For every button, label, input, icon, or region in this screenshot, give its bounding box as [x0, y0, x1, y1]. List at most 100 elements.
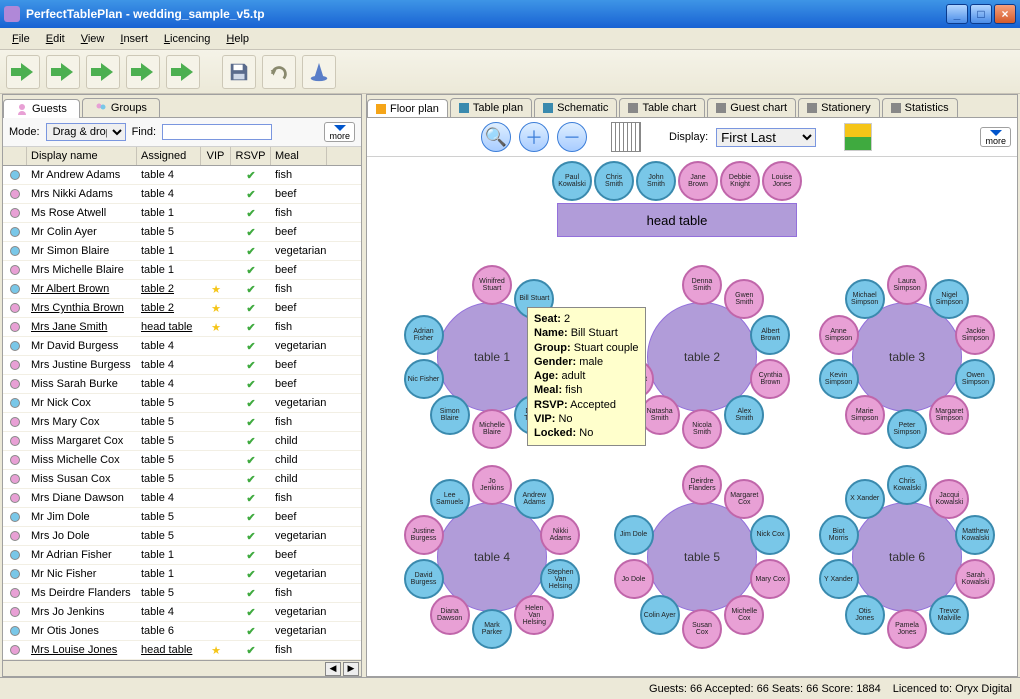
- table-seat[interactable]: Trevor Malville: [929, 595, 969, 635]
- table-row[interactable]: Mr Jim Doletable 5✔beef: [3, 508, 361, 527]
- table-seat[interactable]: Chris Kowalski: [887, 465, 927, 505]
- table-seat[interactable]: Justine Burgess: [404, 515, 444, 555]
- wizard-button-5[interactable]: [166, 55, 200, 89]
- table-row[interactable]: Miss Sarah Burketable 4✔beef: [3, 375, 361, 394]
- tab-table-plan[interactable]: Table plan: [450, 98, 532, 117]
- table-seat[interactable]: Gwen Smith: [724, 279, 764, 319]
- table-row[interactable]: Mrs Jo Jenkinstable 4✔vegetarian: [3, 603, 361, 622]
- table-seat[interactable]: Marie Simpson: [845, 395, 885, 435]
- table-seat[interactable]: Nick Cox: [750, 515, 790, 555]
- scroll-left-button[interactable]: ◀: [325, 662, 341, 676]
- maximize-button[interactable]: □: [970, 4, 992, 24]
- menu-file[interactable]: File: [4, 31, 38, 47]
- menu-help[interactable]: Help: [218, 31, 257, 47]
- table-seat[interactable]: Nic Fisher: [404, 359, 444, 399]
- table-seat[interactable]: Cynthia Brown: [750, 359, 790, 399]
- tab-stationery[interactable]: Stationery: [798, 98, 880, 117]
- tab-statistics[interactable]: Statistics: [882, 98, 958, 117]
- table-row[interactable]: Mr Albert Browntable 2★✔fish: [3, 280, 361, 299]
- tab-groups[interactable]: Groups: [82, 98, 160, 117]
- table-seat[interactable]: Helen Van Helsing: [514, 595, 554, 635]
- wizard-button-1[interactable]: [6, 55, 40, 89]
- menu-edit[interactable]: Edit: [38, 31, 73, 47]
- table-seat[interactable]: Jackie Simpson: [955, 315, 995, 355]
- table-seat[interactable]: Lee Samuels: [430, 479, 470, 519]
- table-seat[interactable]: Nigel Simpson: [929, 279, 969, 319]
- format-button[interactable]: [844, 123, 872, 151]
- table-row[interactable]: Mrs Cynthia Browntable 2★✔beef: [3, 299, 361, 318]
- ruler-icon[interactable]: [611, 122, 641, 152]
- wizard-hat-button[interactable]: [302, 55, 336, 89]
- table-row[interactable]: Miss Susan Coxtable 5✔child: [3, 470, 361, 489]
- table-row[interactable]: Mrs Jane Smithhead table★✔fish: [3, 318, 361, 337]
- table-row[interactable]: Mr Nic Fishertable 1✔vegetarian: [3, 565, 361, 584]
- redo-button[interactable]: [262, 55, 296, 89]
- head-seat[interactable]: Jane Brown: [678, 161, 718, 201]
- tab-floor-plan[interactable]: Floor plan: [367, 99, 448, 118]
- table-seat[interactable]: Nikki Adams: [540, 515, 580, 555]
- table-seat[interactable]: Sarah Kowalski: [955, 559, 995, 599]
- table-seat[interactable]: Winifred Stuart: [472, 265, 512, 305]
- display-select[interactable]: First Last: [716, 128, 816, 147]
- table-row[interactable]: Miss Michelle Coxtable 5✔child: [3, 451, 361, 470]
- table-seat[interactable]: David Burgess: [404, 559, 444, 599]
- find-input[interactable]: [162, 124, 272, 140]
- table-seat[interactable]: Mark Parker: [472, 609, 512, 649]
- table-seat[interactable]: Jim Dole: [614, 515, 654, 555]
- table-seat[interactable]: Michelle Cox: [724, 595, 764, 635]
- table-seat[interactable]: Albert Brown: [750, 315, 790, 355]
- table-row[interactable]: Mr Adrian Fishertable 1✔beef: [3, 546, 361, 565]
- table-row[interactable]: Mr Otis Jonestable 6✔vegetarian: [3, 622, 361, 641]
- table-row[interactable]: Mrs Louise Joneshead table★✔fish: [3, 641, 361, 660]
- table-seat[interactable]: Jo Dole: [614, 559, 654, 599]
- zoom-fit-button[interactable]: 🔍: [481, 122, 511, 152]
- table-seat[interactable]: Y Xander: [819, 559, 859, 599]
- table-seat[interactable]: Nicola Smith: [682, 409, 722, 449]
- wizard-button-2[interactable]: [46, 55, 80, 89]
- table-seat[interactable]: Margaret Cox: [724, 479, 764, 519]
- table-seat[interactable]: Biot Morris: [819, 515, 859, 555]
- table-seat[interactable]: Simon Blaire: [430, 395, 470, 435]
- head-seat[interactable]: Chris Smith: [594, 161, 634, 201]
- table-row[interactable]: Mr Nick Coxtable 5✔vegetarian: [3, 394, 361, 413]
- table-seat[interactable]: Susan Cox: [682, 609, 722, 649]
- table-seat[interactable]: Peter Simpson: [887, 409, 927, 449]
- table-seat[interactable]: Otis Jones: [845, 595, 885, 635]
- table-seat[interactable]: Jacqui Kowalski: [929, 479, 969, 519]
- tab-guests[interactable]: Guests: [3, 99, 80, 118]
- close-button[interactable]: ×: [994, 4, 1016, 24]
- minimize-button[interactable]: _: [946, 4, 968, 24]
- table-seat[interactable]: Adrian Fisher: [404, 315, 444, 355]
- table-seat[interactable]: Michael Simpson: [845, 279, 885, 319]
- more-button[interactable]: more: [324, 122, 355, 142]
- table-seat[interactable]: Matthew Kowalski: [955, 515, 995, 555]
- table-seat[interactable]: Kevin Simpson: [819, 359, 859, 399]
- table-seat[interactable]: Laura Simpson: [887, 265, 927, 305]
- table-seat[interactable]: Pamela Jones: [887, 609, 927, 649]
- table-row[interactable]: Mrs Diane Dawsontable 4✔fish: [3, 489, 361, 508]
- guest-list[interactable]: Mr Andrew Adamstable 4✔fishMrs Nikki Ada…: [3, 166, 361, 660]
- scroll-right-button[interactable]: ▶: [343, 662, 359, 676]
- mode-select[interactable]: Drag & drop: [46, 123, 126, 141]
- more-button-right[interactable]: more: [980, 127, 1011, 147]
- table-row[interactable]: Mrs Michelle Blairetable 1✔beef: [3, 261, 361, 280]
- menu-insert[interactable]: Insert: [112, 31, 156, 47]
- table-seat[interactable]: Stephen Van Helsing: [540, 559, 580, 599]
- wizard-button-3[interactable]: [86, 55, 120, 89]
- table-row[interactable]: Mrs Mary Coxtable 5✔fish: [3, 413, 361, 432]
- table-row[interactable]: Mr David Burgesstable 4✔vegetarian: [3, 337, 361, 356]
- table-row[interactable]: Mrs Nikki Adamstable 4✔beef: [3, 185, 361, 204]
- table-seat[interactable]: Mary Cox: [750, 559, 790, 599]
- wizard-button-4[interactable]: [126, 55, 160, 89]
- menu-licencing[interactable]: Licencing: [156, 31, 218, 47]
- table-seat[interactable]: Margaret Simpson: [929, 395, 969, 435]
- table-row[interactable]: Mr Simon Blairetable 1✔vegetarian: [3, 242, 361, 261]
- head-seat[interactable]: Louise Jones: [762, 161, 802, 201]
- table-row[interactable]: Miss Margaret Coxtable 5✔child: [3, 432, 361, 451]
- table-row[interactable]: Ms Rose Atwelltable 1✔fish: [3, 204, 361, 223]
- zoom-out-button[interactable]: －: [557, 122, 587, 152]
- table-seat[interactable]: Alex Smith: [724, 395, 764, 435]
- head-seat[interactable]: Paul Kowalski: [552, 161, 592, 201]
- table-row[interactable]: Mr Andrew Adamstable 4✔fish: [3, 166, 361, 185]
- head-table[interactable]: head table: [557, 203, 797, 237]
